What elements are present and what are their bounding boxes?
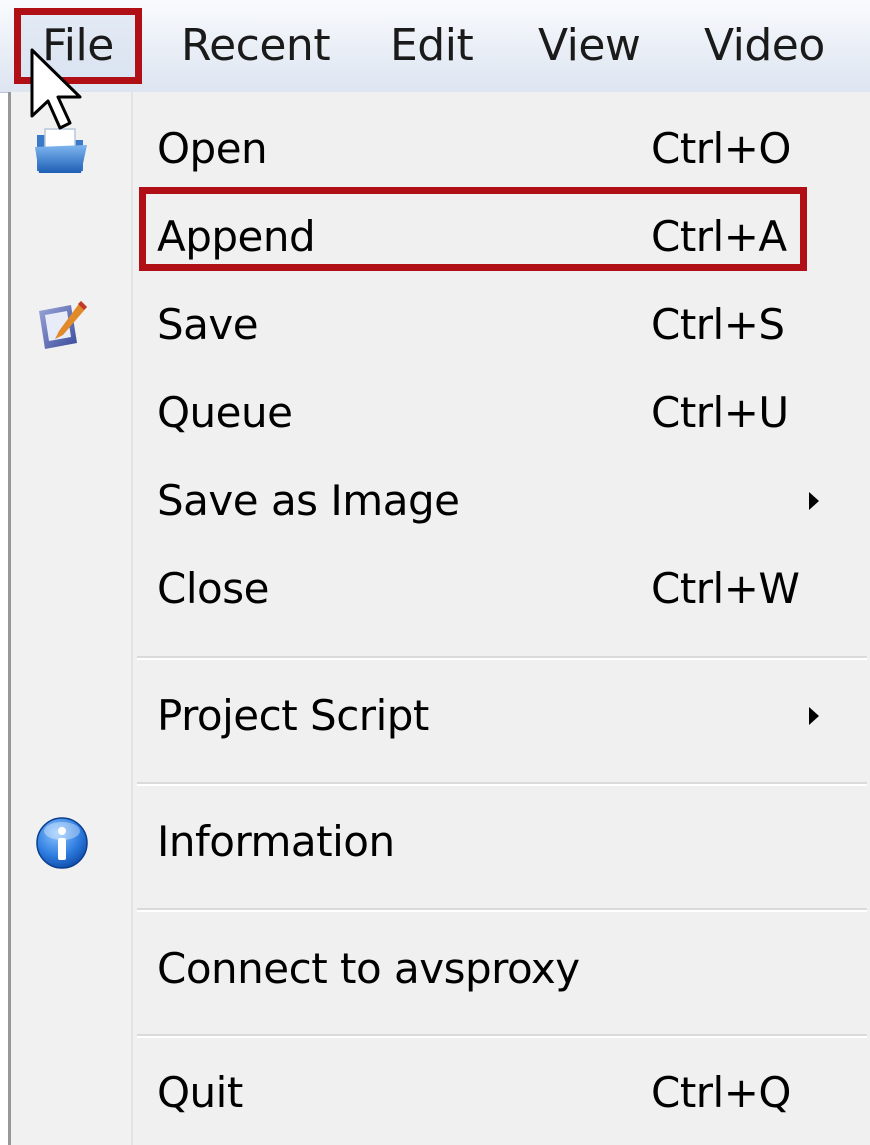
menu-item-open[interactable]: Open Ctrl+O bbox=[11, 105, 870, 193]
menu-item-connect-avsproxy[interactable]: Connect to avsproxy bbox=[11, 925, 870, 1013]
submenu-arrow-icon bbox=[809, 492, 819, 510]
menu-item-information[interactable]: Information bbox=[11, 798, 870, 886]
menu-item-label: Save as Image bbox=[157, 476, 460, 525]
menu-item-shortcut: Ctrl+Q bbox=[651, 1068, 791, 1117]
menu-item-shortcut: Ctrl+O bbox=[651, 124, 791, 173]
menu-separator bbox=[137, 782, 867, 786]
menu-separator bbox=[137, 656, 867, 660]
menu-view[interactable]: View bbox=[538, 14, 641, 78]
menu-item-shortcut: Ctrl+W bbox=[651, 564, 800, 613]
menu-separator bbox=[137, 1034, 867, 1038]
menu-item-shortcut: Ctrl+S bbox=[651, 300, 785, 349]
menu-edit[interactable]: Edit bbox=[390, 14, 474, 78]
menu-item-label: Connect to avsproxy bbox=[157, 944, 580, 993]
menu-item-label: Quit bbox=[157, 1068, 243, 1117]
menu-item-label: Queue bbox=[157, 388, 293, 437]
submenu-arrow-icon bbox=[809, 707, 819, 725]
menu-item-queue[interactable]: Queue Ctrl+U bbox=[11, 369, 870, 457]
menu-item-label: Project Script bbox=[157, 691, 429, 740]
menu-item-quit[interactable]: Quit Ctrl+Q bbox=[11, 1049, 870, 1137]
menu-item-save[interactable]: Save Ctrl+S bbox=[11, 281, 870, 369]
menu-item-save-as-image[interactable]: Save as Image bbox=[11, 457, 870, 545]
menu-item-shortcut: Ctrl+U bbox=[651, 388, 789, 437]
info-icon bbox=[36, 817, 88, 869]
menu-bar: File Recent Edit View Video bbox=[0, 0, 870, 93]
menu-item-project-script[interactable]: Project Script bbox=[11, 672, 870, 760]
append-highlight-box bbox=[139, 187, 807, 271]
menu-item-label: Save bbox=[157, 300, 259, 349]
menu-item-label: Information bbox=[157, 817, 395, 866]
menu-item-label: Open bbox=[157, 124, 268, 173]
mouse-cursor-icon bbox=[30, 48, 82, 130]
menu-item-close[interactable]: Close Ctrl+W bbox=[11, 545, 870, 633]
menu-separator bbox=[137, 908, 867, 912]
menu-video[interactable]: Video bbox=[704, 14, 825, 78]
menu-item-label: Close bbox=[157, 564, 269, 613]
save-edit-icon bbox=[39, 301, 87, 349]
menu-recent[interactable]: Recent bbox=[181, 14, 331, 78]
